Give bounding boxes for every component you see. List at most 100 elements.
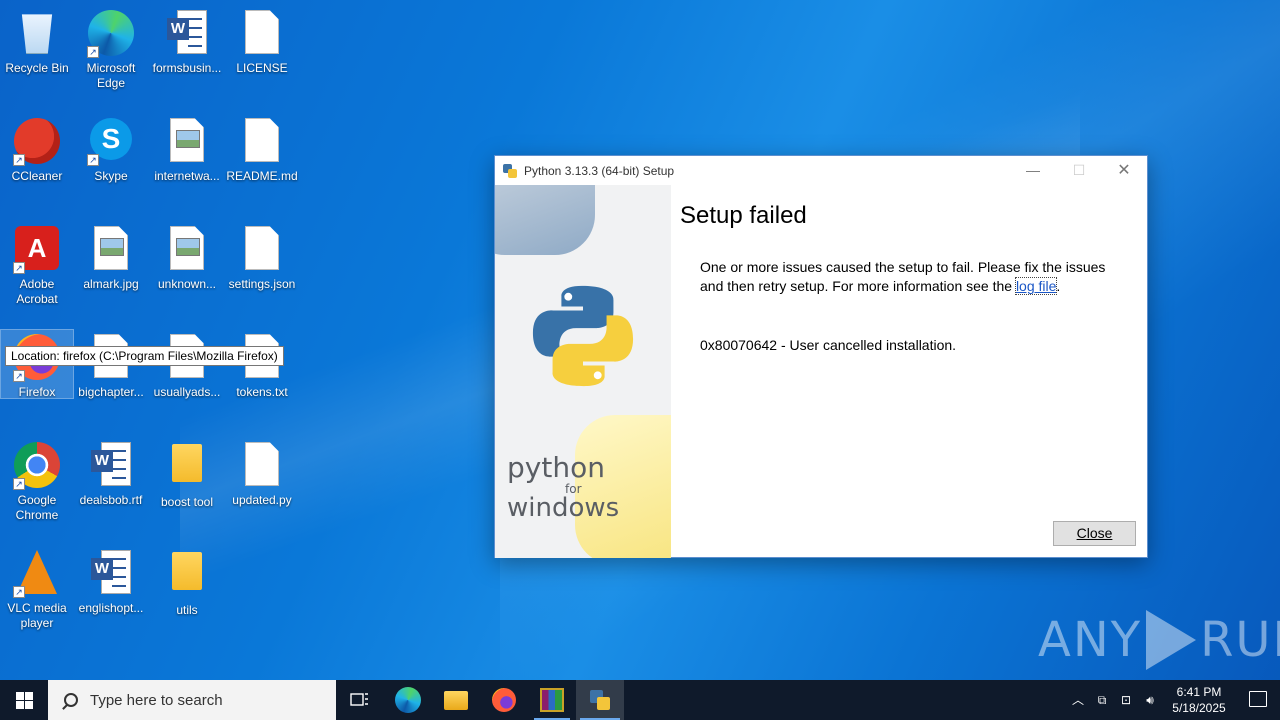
taskbar-winrar[interactable] (528, 680, 576, 720)
desktop-icon-englishopt[interactable]: W englishopt... (75, 546, 147, 616)
taskbar-firefox[interactable] (480, 680, 528, 720)
vlc-icon: ↗ (13, 550, 61, 598)
desktop-icon-label: updated.py (232, 493, 292, 507)
desktop-icon-boost-tool[interactable]: boost tool (151, 438, 223, 510)
desktop-icon-unknown[interactable]: unknown... (151, 222, 223, 292)
file-icon (238, 10, 286, 58)
desktop-icon-label: bigchapter... (78, 385, 144, 399)
clock[interactable]: 6:41 PM 5/18/2025 (1162, 684, 1236, 716)
anyrun-watermark: ANY RUN (1038, 610, 1280, 670)
image-file-icon (163, 226, 211, 274)
file-icon (238, 118, 286, 166)
winrar-icon (540, 688, 564, 712)
notification-center-icon[interactable] (1236, 680, 1280, 720)
dialog-title: Python 3.13.3 (64-bit) Setup (524, 163, 675, 178)
desktop-icon-formsbusin[interactable]: W formsbusin... (151, 6, 223, 76)
desktop-icon-label: settings.json (228, 277, 296, 291)
desktop-icon-label: LICENSE (236, 61, 288, 75)
chevron-up-icon[interactable]: ︿ (1066, 680, 1090, 720)
search-placeholder: Type here to search (90, 691, 223, 709)
taskbar-edge[interactable] (384, 680, 432, 720)
folder-icon (163, 444, 211, 492)
taskbar-python-setup[interactable] (576, 680, 624, 720)
dialog-titlebar[interactable]: Python 3.13.3 (64-bit) Setup — ☐ ✕ (495, 156, 1147, 185)
volume-icon[interactable]: 🔊︎ (1138, 680, 1162, 720)
play-icon (1146, 610, 1197, 670)
system-tray: ︿ ⧉ ⊡ 🔊︎ 6:41 PM 5/18/2025 (1066, 680, 1280, 720)
desktop-icon-updated-py[interactable]: updated.py (226, 438, 298, 508)
desktop-icon-label: VLC media player (7, 601, 67, 630)
folder-icon (444, 690, 468, 710)
desktop-icon-adobe-acrobat[interactable]: A ↗ Adobe Acrobat (1, 222, 73, 307)
firefox-icon (492, 688, 516, 712)
edge-icon (395, 687, 421, 713)
search-icon (64, 693, 78, 707)
word-document-icon: W (87, 550, 135, 598)
desktop-icon-label: dealsbob.rtf (79, 493, 143, 507)
desktop-icon-label: README.md (226, 169, 298, 183)
image-file-icon (87, 226, 135, 274)
adobe-acrobat-icon: A ↗ (13, 226, 61, 274)
network-icon[interactable]: ⊡ (1114, 680, 1138, 720)
python-logo-icon (532, 285, 634, 387)
desktop-icon-vlc[interactable]: ↗ VLC media player (1, 546, 73, 631)
word-document-icon: W (87, 442, 135, 490)
chrome-icon: ↗ (13, 442, 61, 490)
file-icon (238, 442, 286, 490)
desktop-icon-utils[interactable]: utils (151, 546, 223, 618)
desktop-icon-label: Skype (94, 169, 128, 183)
desktop-icon-dealsbob-rtf[interactable]: W dealsbob.rtf (75, 438, 147, 508)
desktop-icon-ccleaner[interactable]: ↗ CCleaner (1, 114, 73, 184)
meet-now-icon[interactable]: ⧉ (1090, 680, 1114, 720)
desktop-icon-label: usuallyads... (153, 385, 221, 399)
python-setup-icon (588, 688, 612, 712)
desktop-icon-license[interactable]: LICENSE (226, 6, 298, 76)
desktop-icon-label: englishopt... (78, 601, 144, 615)
recycle-bin-icon (13, 10, 61, 58)
image-file-icon (163, 118, 211, 166)
desktop-icon-label: Firefox (18, 385, 56, 399)
desktop-icon-label: Google Chrome (15, 493, 59, 522)
taskbar-file-explorer[interactable] (432, 680, 480, 720)
ccleaner-icon: ↗ (13, 118, 61, 166)
clock-time: 6:41 PM (1176, 685, 1222, 699)
python-for-windows-wordmark: python for windows (507, 451, 620, 523)
close-button[interactable]: Close (1053, 521, 1136, 546)
skype-icon: S ↗ (87, 118, 135, 166)
desktop-icon-label: boost tool (160, 495, 214, 509)
desktop-icon-recycle-bin[interactable]: Recycle Bin (1, 6, 73, 76)
desktop-icon-microsoft-edge[interactable]: ↗ Microsoft Edge (75, 6, 147, 91)
desktop-icon-label: unknown... (157, 277, 217, 291)
file-icon (238, 226, 286, 274)
python-setup-icon (502, 163, 518, 179)
close-icon[interactable]: ✕ (1101, 156, 1147, 185)
firefox-location-tooltip: Location: firefox (C:\Program Files\Mozi… (5, 346, 284, 366)
desktop-icon-label: Recycle Bin (5, 61, 69, 75)
desktop-icon-label: CCleaner (11, 169, 63, 183)
word-document-icon: W (163, 10, 211, 58)
start-button[interactable] (0, 680, 48, 720)
desktop-icon-label: Microsoft Edge (86, 61, 136, 90)
maximize-icon: ☐ (1072, 162, 1086, 178)
desktop-icon-settings-json[interactable]: settings.json (226, 222, 298, 292)
dialog-content: Setup failed One or more issues caused t… (680, 185, 1147, 353)
desktop-icon-label: utils (176, 603, 198, 617)
desktop-icon-label: almark.jpg (83, 277, 139, 291)
python-setup-dialog: Python 3.13.3 (64-bit) Setup — ☐ ✕ pytho… (494, 155, 1148, 558)
taskbar: Type here to search ︿ ⧉ ⊡ 🔊︎ 6:41 PM 5/1… (0, 680, 1280, 720)
failure-message: One or more issues caused the setup to f… (700, 259, 1106, 295)
folder-icon (163, 552, 211, 600)
clock-date: 5/18/2025 (1172, 701, 1226, 715)
task-view-icon (350, 693, 368, 706)
desktop-icon-label: internetwa... (154, 169, 220, 183)
log-file-link[interactable]: log file (1014, 277, 1058, 295)
desktop-icon-google-chrome[interactable]: ↗ Google Chrome (1, 438, 73, 523)
desktop-icon-label: formsbusin... (152, 61, 222, 75)
desktop-icon-readme[interactable]: README.md (226, 114, 298, 184)
task-view-button[interactable] (336, 680, 384, 720)
desktop-icon-internetwa[interactable]: internetwa... (151, 114, 223, 184)
desktop-icon-almark-jpg[interactable]: almark.jpg (75, 222, 147, 292)
desktop-icon-skype[interactable]: S ↗ Skype (75, 114, 147, 184)
minimize-icon[interactable]: — (1010, 156, 1056, 185)
taskbar-search-box[interactable]: Type here to search (48, 680, 336, 720)
